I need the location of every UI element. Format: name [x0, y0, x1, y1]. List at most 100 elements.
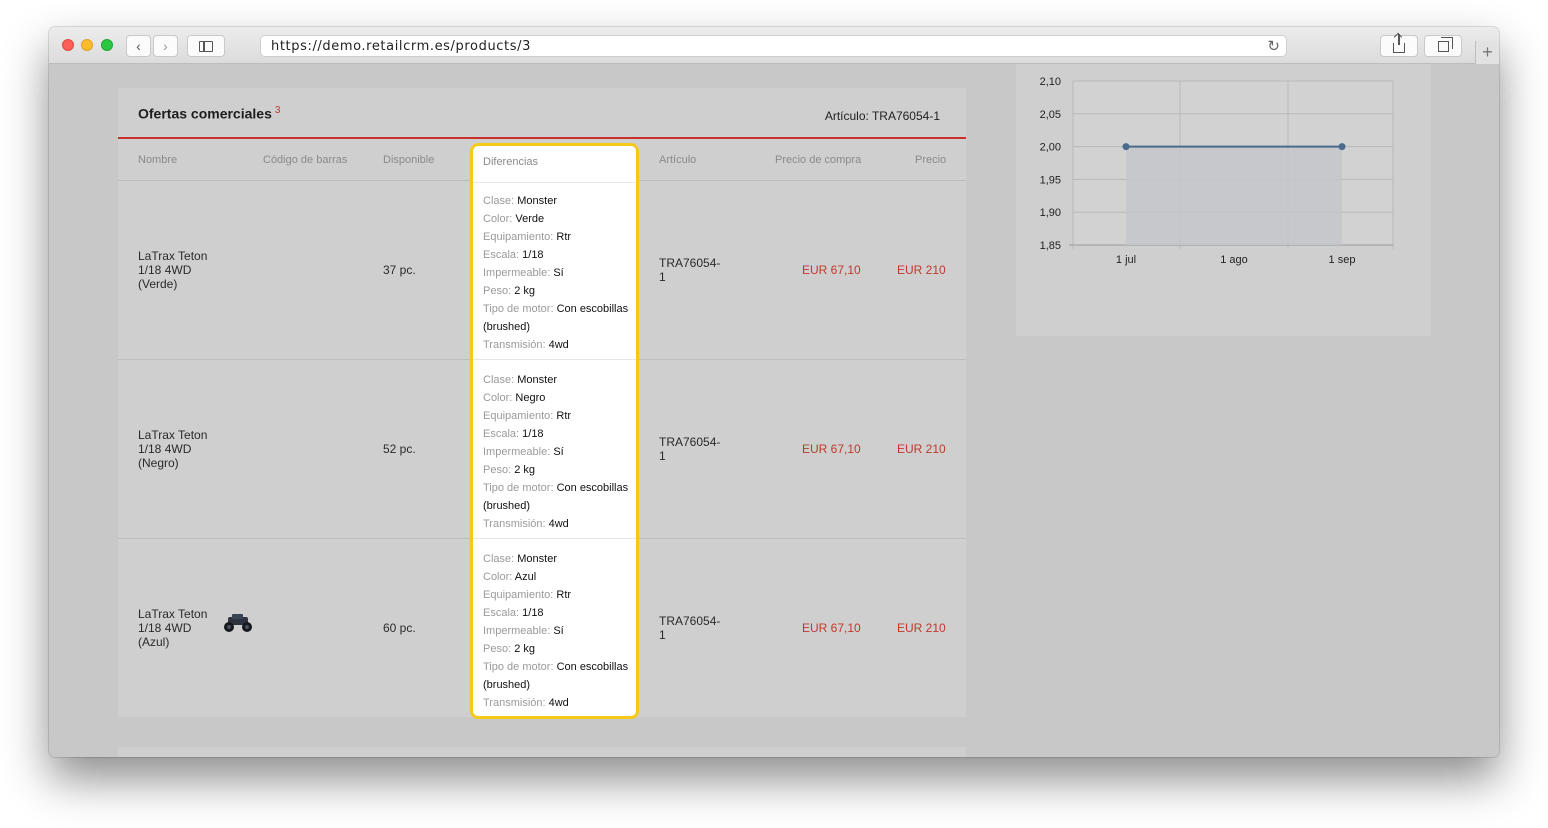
product-thumbnail[interactable] — [221, 612, 255, 634]
diff-line: (brushed) — [483, 318, 633, 336]
article-line: TRA76054- — [659, 256, 721, 270]
row-2-name[interactable]: LaTrax Teton 1/18 4WD (Negro) — [138, 428, 207, 470]
diferencias-column-highlight: Diferencias Clase: Monster Color: Verde Eq… — [470, 143, 639, 719]
diff-value: (brushed) — [483, 679, 531, 691]
y-tick-label: 2,10 — [1040, 76, 1061, 88]
name-line: LaTrax Teton — [138, 607, 208, 621]
diff-key: Equipamiento: — [483, 231, 554, 243]
row-3-name[interactable]: LaTrax Teton 1/18 4WD (Azul) — [138, 607, 207, 649]
col-diferencias[interactable]: Diferencias — [473, 146, 636, 183]
chevron-left-icon: ‹ — [136, 38, 141, 54]
diff-line: Clase: Monster — [483, 550, 633, 568]
row-3-available: 60 pc. — [383, 621, 416, 635]
diff-key: Color: — [483, 213, 513, 225]
zoom-window-button[interactable] — [101, 39, 113, 51]
col-codigo-barras[interactable]: Código de barras — [263, 154, 347, 166]
tab-overview-button[interactable] — [1424, 35, 1462, 57]
minimize-window-button[interactable] — [81, 39, 93, 51]
diff-key: Color: — [483, 571, 513, 583]
diff-value: Rtr — [556, 231, 572, 243]
diff-line: Equipamiento: Rtr — [483, 407, 633, 425]
row-1-price: EUR 210 — [897, 263, 946, 277]
y-tick-label: 1,95 — [1040, 174, 1061, 186]
name-line: LaTrax Teton — [138, 428, 208, 442]
offers-title-text: Ofertas comerciales — [138, 105, 272, 122]
diff-line: Tipo de motor: Con escobillas — [483, 479, 633, 497]
forward-button[interactable]: › — [153, 35, 178, 57]
y-tick-label: 1,85 — [1040, 240, 1061, 252]
diff-key: Clase: — [483, 553, 515, 565]
diff-line: (brushed) — [483, 676, 633, 694]
row-1-name[interactable]: LaTrax Teton 1/18 4WD (Verde) — [138, 249, 207, 291]
diff-key: Impermeable: — [483, 267, 551, 279]
diff-value: Rtr — [556, 410, 572, 422]
diff-key: Impermeable: — [483, 625, 551, 637]
address-bar[interactable]: https://demo.retailcrm.es/products/3 ↻ — [260, 35, 1287, 57]
col-precio-compra[interactable]: Precio de compra — [775, 154, 861, 166]
tabs-icon — [1437, 36, 1453, 52]
diff-line: (brushed) — [483, 497, 633, 515]
diff-key: Tipo de motor: — [483, 303, 554, 315]
name-line: LaTrax Teton — [138, 249, 208, 263]
diff-key: Escala: — [483, 428, 520, 440]
share-icon — [1393, 34, 1405, 53]
col-disponible[interactable]: Disponible — [383, 154, 434, 166]
row-2-article: TRA76054- 1 — [659, 435, 720, 463]
article-line: TRA76054- — [659, 435, 721, 449]
price-chart-card: 2,10 2,05 2,00 1,95 1,90 1,85 1 jul 1 ago 1 sep — [1016, 64, 1431, 336]
diff-value: 2 kg — [514, 464, 535, 476]
diff-line: Impermeable: Sí — [483, 443, 633, 461]
diff-value: 1/18 — [522, 428, 544, 440]
diff-line: Peso: 2 kg — [483, 640, 633, 658]
name-line: (Verde) — [138, 277, 178, 291]
diff-key: Impermeable: — [483, 446, 551, 458]
diff-value: Monster — [517, 374, 557, 386]
row-3-purchase-price: EUR 67,10 — [802, 621, 861, 635]
new-tab-button[interactable]: + — [1475, 41, 1499, 64]
sidebar-toggle-button[interactable] — [187, 35, 225, 57]
offers-count: 3 — [274, 105, 281, 116]
diff-line: Escala: 1/18 — [483, 246, 633, 264]
diff-value: 1/18 — [522, 249, 544, 261]
article-line: 1 — [659, 628, 666, 642]
row-divider — [473, 538, 636, 539]
next-card — [118, 747, 966, 757]
diff-value: 4wd — [548, 697, 569, 709]
row-2-purchase-price: EUR 67,10 — [802, 442, 861, 456]
diff-value: Negro — [515, 392, 546, 404]
row-3-article: TRA76054- 1 — [659, 614, 720, 642]
col-precio[interactable]: Precio — [915, 154, 946, 166]
diff-value: 2 kg — [514, 285, 535, 297]
diff-group-1: Clase: Monster Color: Verde Equipamiento: … — [483, 192, 633, 354]
back-button[interactable]: ‹ — [126, 35, 151, 57]
row-2-price: EUR 210 — [897, 442, 946, 456]
price-chart: 2,10 2,05 2,00 1,95 1,90 1,85 1 jul 1 ago 1 sep — [1040, 76, 1394, 266]
col-articulo[interactable]: Artículo — [659, 154, 696, 166]
col-nombre[interactable]: Nombre — [138, 154, 177, 166]
reload-icon[interactable]: ↻ — [1267, 37, 1280, 55]
chevron-right-icon: › — [163, 38, 168, 54]
diff-key: Peso: — [483, 643, 512, 655]
name-line: (Azul) — [138, 635, 170, 649]
diff-line: Impermeable: Sí — [483, 264, 633, 282]
diff-value: 4wd — [548, 339, 569, 351]
x-tick-label: 1 jul — [1116, 254, 1136, 266]
diff-key: Transmisión: — [483, 697, 546, 709]
diff-line: Color: Negro — [483, 389, 633, 407]
diff-value: Sí — [553, 625, 564, 637]
name-line: (Negro) — [138, 456, 179, 470]
close-window-button[interactable] — [62, 39, 74, 51]
diff-key: Clase: — [483, 195, 515, 207]
diff-value: 2 kg — [514, 643, 535, 655]
sidebar-icon — [199, 40, 213, 52]
toolbar: ‹ › https://demo.retailcrm.es/products/3… — [49, 27, 1499, 64]
diff-value: 4wd — [548, 518, 569, 530]
diff-key: Equipamiento: — [483, 589, 554, 601]
diff-line: Escala: 1/18 — [483, 604, 633, 622]
diff-key: Escala: — [483, 607, 520, 619]
diff-value: 1/18 — [522, 607, 544, 619]
diff-value: Con escobillas — [556, 482, 629, 494]
article-line: 1 — [659, 449, 666, 463]
diff-line: Color: Azul — [483, 568, 633, 586]
share-button[interactable] — [1380, 34, 1418, 57]
